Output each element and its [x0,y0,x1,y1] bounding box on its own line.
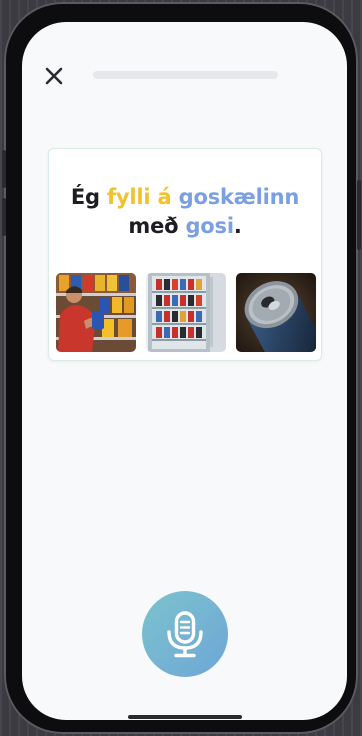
sentence-word: . [233,214,242,238]
microphone-icon [167,611,203,658]
sentence-highlight-word[interactable]: gosi [185,214,234,238]
sentence-highlight-word[interactable]: fylli á [107,185,172,209]
app-screen: Ég fylli á goskælinn með gosi. [22,22,347,720]
exercise-picture-shelf [56,273,136,352]
volume-button [2,150,6,188]
exercise-picture-can [236,273,316,352]
sentence-word: með [128,214,186,238]
exercise-card: Ég fylli á goskælinn með gosi. [48,148,322,361]
power-button [357,180,361,250]
close-icon [45,67,63,85]
exercise-picture-fridge [146,273,226,352]
close-button[interactable] [42,64,66,88]
volume-button [2,198,6,236]
microphone-button[interactable] [142,591,228,677]
sentence-word: Ég [70,185,107,209]
lesson-progress-bar [93,71,278,79]
sentence-word [172,185,179,209]
exercise-sentence: Ég fylli á goskælinn með gosi. [49,183,321,241]
home-indicator[interactable] [128,715,242,719]
sentence-highlight-word[interactable]: goskælinn [179,185,300,209]
